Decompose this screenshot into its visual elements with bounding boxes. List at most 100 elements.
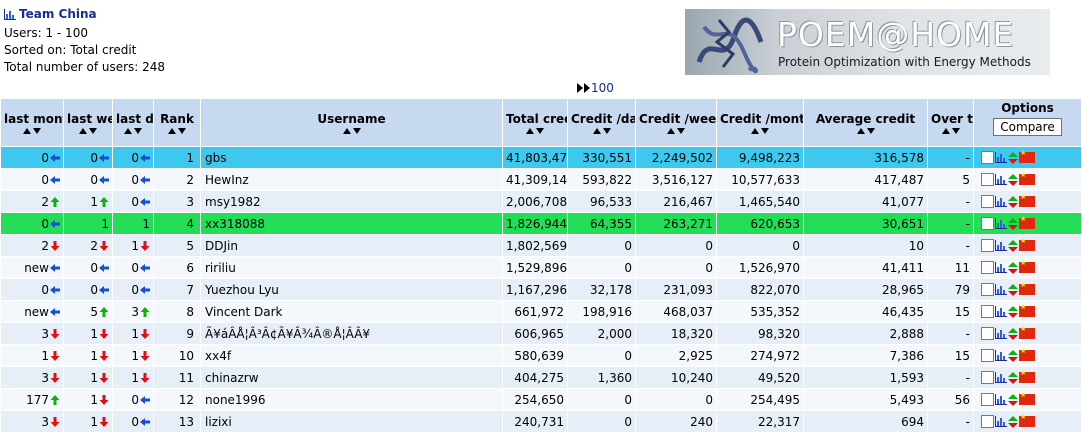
move-icon[interactable]	[1008, 393, 1018, 406]
username-link[interactable]: Ã¥áÂÅ¦Â³Â¢Ã¥Â¾Â®Å¦ÂÂ¥	[200, 322, 503, 345]
flag-china-icon	[1019, 325, 1035, 339]
col-header-last-week[interactable]: last week	[63, 98, 113, 147]
username-link[interactable]: xx4f	[200, 344, 503, 367]
table-row: 0002HewInz41,309,140593,8223,516,12710,5…	[0, 168, 1082, 191]
move-icon[interactable]	[1008, 415, 1018, 428]
username-link[interactable]: xx318088	[200, 212, 503, 235]
move-icon[interactable]	[1008, 239, 1018, 252]
compare-checkbox[interactable]	[981, 415, 994, 428]
sort-arrows-icon[interactable]	[665, 127, 687, 134]
compare-checkbox[interactable]	[981, 195, 994, 208]
stats-icon[interactable]	[995, 372, 1007, 383]
username-link[interactable]: Yuezhou Lyu	[200, 278, 503, 301]
move-icon[interactable]	[1008, 173, 1018, 186]
stats-icon[interactable]	[995, 416, 1007, 427]
move-icon[interactable]	[1008, 305, 1018, 318]
total-credit-cell: 41,309,140	[502, 168, 568, 191]
compare-checkbox[interactable]	[981, 261, 994, 274]
move-icon[interactable]	[1008, 371, 1018, 384]
username-link[interactable]: gbs	[200, 146, 503, 169]
stats-icon[interactable]	[995, 350, 1007, 361]
col-header-last-month[interactable]: last month	[0, 98, 64, 147]
average-credit-cell: 30,651	[803, 212, 928, 235]
sort-arrows-icon[interactable]	[591, 127, 613, 134]
compare-checkbox[interactable]	[981, 239, 994, 252]
col-header-day[interactable]: Credit /day	[567, 98, 636, 147]
move-icon[interactable]	[1008, 283, 1018, 296]
credit-month-cell: 274,972	[716, 344, 804, 367]
credit-month-cell: 822,070	[716, 278, 804, 301]
col-header-overtake[interactable]: Over take	[927, 98, 974, 147]
credit-week-cell: 2,249,502	[635, 146, 717, 169]
sort-arrows-icon[interactable]	[122, 127, 144, 134]
col-header-username[interactable]: Username	[200, 98, 503, 147]
col-header-rank[interactable]: Rank	[153, 98, 201, 147]
compare-checkbox[interactable]	[981, 217, 994, 230]
col-header-avg[interactable]: Average credit	[803, 98, 928, 147]
last-month-cell: new	[0, 256, 64, 279]
move-icon[interactable]	[1008, 151, 1018, 164]
rank-cell: 6	[153, 256, 201, 279]
banner-subtitle: Protein Optimization with Energy Methods	[778, 55, 1031, 69]
stats-icon[interactable]	[995, 328, 1007, 339]
sort-arrows-icon[interactable]	[749, 127, 771, 134]
compare-checkbox[interactable]	[981, 349, 994, 362]
compare-checkbox[interactable]	[981, 173, 994, 186]
stats-icon[interactable]	[995, 196, 1007, 207]
username-link[interactable]: chinazrw	[200, 366, 503, 389]
compare-checkbox[interactable]	[981, 151, 994, 164]
sort-arrows-icon[interactable]	[77, 127, 99, 134]
username-link[interactable]: DDJin	[200, 234, 503, 257]
move-icon[interactable]	[1008, 349, 1018, 362]
username-link[interactable]: none1996	[200, 388, 503, 411]
sort-arrows-icon[interactable]	[341, 127, 363, 134]
arrow-down-icon	[140, 350, 150, 361]
poem-banner[interactable]: POEM@HOME Protein Optimization with Ener…	[685, 9, 1050, 75]
compare-button[interactable]: Compare	[993, 118, 1062, 136]
move-icon[interactable]	[1008, 327, 1018, 340]
move-icon[interactable]	[1008, 217, 1018, 230]
username-link[interactable]: ririliu	[200, 256, 503, 279]
sort-arrows-icon[interactable]	[524, 127, 546, 134]
move-icon[interactable]	[1008, 195, 1018, 208]
stats-icon[interactable]	[995, 174, 1007, 185]
stats-icon[interactable]	[995, 394, 1007, 405]
compare-checkbox[interactable]	[981, 283, 994, 296]
stats-icon[interactable]	[995, 152, 1007, 163]
compare-checkbox[interactable]	[981, 393, 994, 406]
col-header-week[interactable]: Credit /week	[635, 98, 717, 147]
stats-icon[interactable]	[995, 306, 1007, 317]
col-header-last-day[interactable]: last day	[112, 98, 154, 147]
arrow-down-icon	[140, 372, 150, 383]
col-header-month[interactable]: Credit /month	[716, 98, 804, 147]
sort-arrows-icon[interactable]	[21, 127, 43, 134]
team-link[interactable]: Team China	[4, 6, 97, 23]
username-link[interactable]: lizixi	[200, 410, 503, 433]
username-link[interactable]: msy1982	[200, 190, 503, 213]
username-link[interactable]: Vincent Dark	[200, 300, 503, 323]
col-header-total[interactable]: Total credit	[502, 98, 568, 147]
last-day-cell: 0	[112, 388, 154, 411]
move-icon[interactable]	[1008, 261, 1018, 274]
options-cell	[973, 300, 1082, 323]
compare-checkbox[interactable]	[981, 371, 994, 384]
sort-arrows-icon[interactable]	[166, 127, 188, 134]
last-week-cell-value: 1	[90, 414, 98, 429]
arrow-left-icon	[99, 285, 109, 294]
stats-icon[interactable]	[995, 240, 1007, 251]
sort-arrows-icon[interactable]	[940, 127, 962, 134]
credit-week-cell: 216,467	[635, 190, 717, 213]
credit-day-cell: 32,178	[567, 278, 636, 301]
last-week-cell-value: 1	[101, 216, 109, 231]
credit-week-cell: 0	[635, 388, 717, 411]
stats-icon[interactable]	[995, 218, 1007, 229]
compare-checkbox[interactable]	[981, 305, 994, 318]
username-link[interactable]: HewInz	[200, 168, 503, 191]
next-page-link[interactable]: 100	[577, 81, 614, 95]
stats-icon[interactable]	[995, 284, 1007, 295]
average-credit-cell: 417,487	[803, 168, 928, 191]
last-month-cell: new	[0, 300, 64, 323]
sort-arrows-icon[interactable]	[855, 127, 877, 134]
stats-icon[interactable]	[995, 262, 1007, 273]
compare-checkbox[interactable]	[981, 327, 994, 340]
